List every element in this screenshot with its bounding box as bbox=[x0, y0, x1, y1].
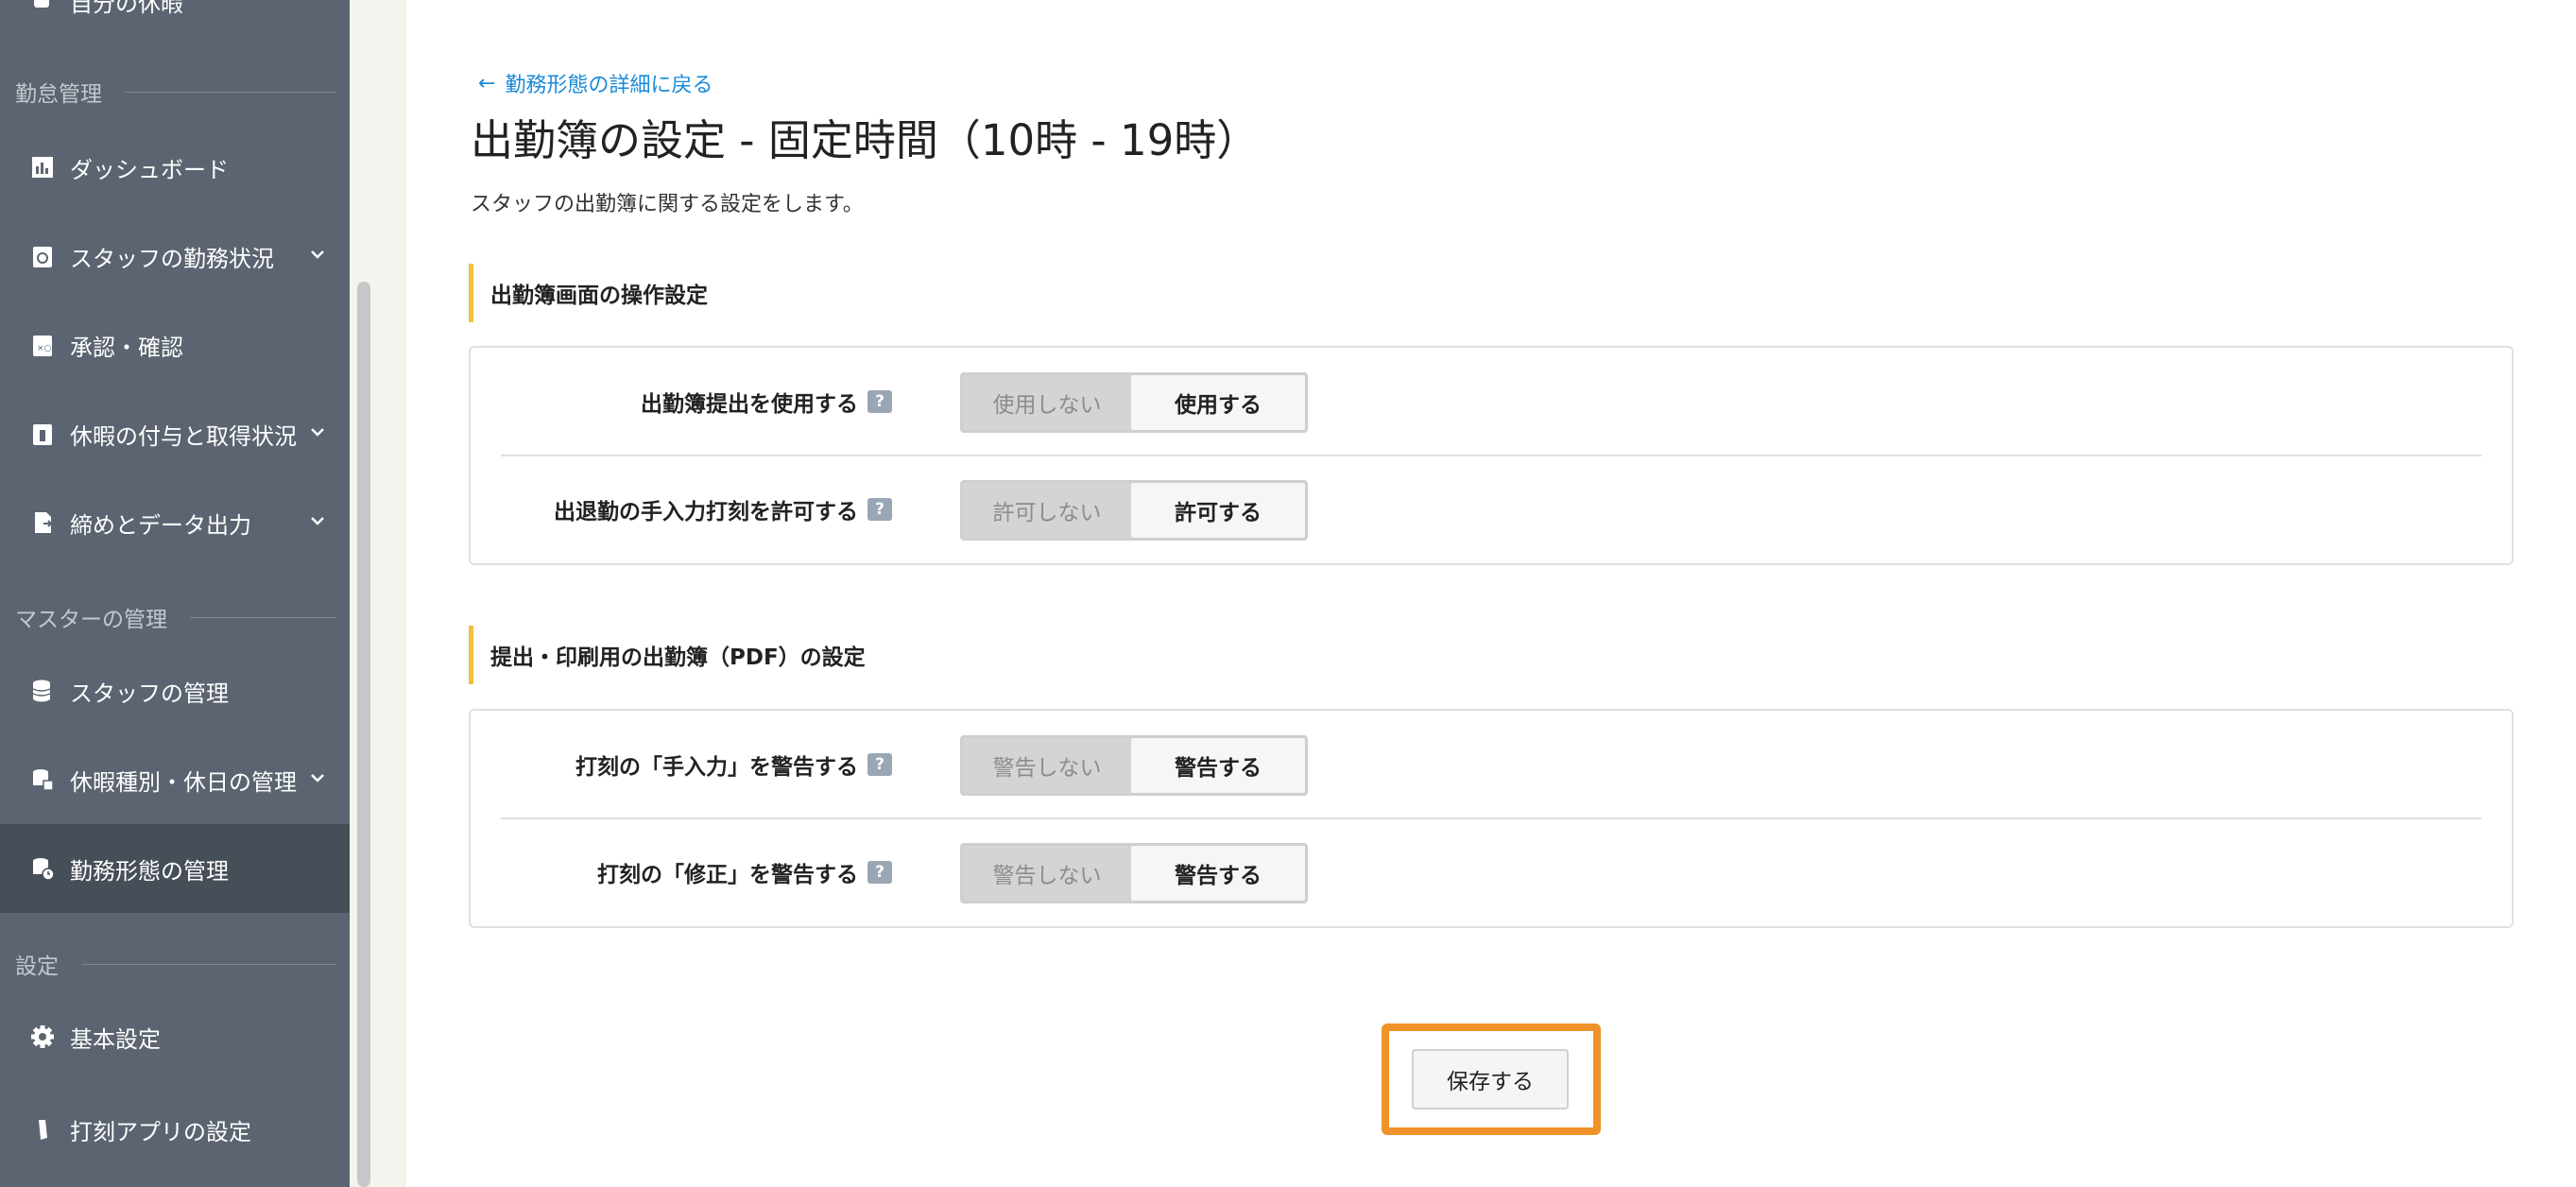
phone-icon bbox=[28, 1115, 57, 1144]
segmented-toggle: 許可しない 許可する bbox=[960, 480, 1308, 541]
setting-label: 打刻の「修正」を警告する ? bbox=[597, 818, 892, 926]
help-icon[interactable]: ? bbox=[867, 498, 892, 521]
sidebar-section-attendance: 勤怠管理 bbox=[15, 76, 336, 108]
toggle-option-on[interactable]: 使用する bbox=[1131, 375, 1305, 430]
help-icon[interactable]: ? bbox=[867, 861, 892, 884]
database-calendar-icon bbox=[28, 766, 57, 794]
svg-text:×○: ×○ bbox=[37, 344, 52, 353]
clock-clipboard-icon bbox=[28, 242, 57, 270]
leave-clipboard-icon bbox=[28, 420, 57, 448]
segmented-toggle: 警告しない 警告する bbox=[960, 735, 1308, 796]
segmented-toggle: 警告しない 警告する bbox=[960, 843, 1308, 903]
help-icon[interactable]: ? bbox=[867, 390, 892, 413]
toggle-option-on[interactable]: 警告する bbox=[1131, 846, 1305, 901]
sidebar-item-label: 締めとデータ出力 bbox=[70, 511, 251, 539]
toggle-option-off[interactable]: 使用しない bbox=[963, 375, 1131, 430]
back-link-label: 勤務形態の詳細に戻る bbox=[505, 74, 713, 97]
setting-label: 出退勤の手入力打刻を許可する ? bbox=[554, 456, 892, 563]
page-description: スタッフの出勤簿に関する設定をします。 bbox=[471, 193, 864, 216]
sidebar-item-work-patterns[interactable]: 勤務形態の管理 bbox=[0, 824, 350, 913]
sidebar-item-label: 勤務形態の管理 bbox=[70, 857, 229, 885]
toggle-option-off[interactable]: 許可しない bbox=[963, 483, 1131, 538]
sidebar-item-staff-management[interactable]: スタッフの管理 bbox=[0, 646, 350, 735]
sidebar-item-label: 休暇の付与と取得状況 bbox=[70, 422, 297, 450]
help-icon[interactable]: ? bbox=[867, 753, 892, 776]
chart-icon bbox=[28, 153, 57, 181]
check-clipboard-icon: ×○ bbox=[28, 331, 57, 359]
sidebar-item-my-leave[interactable]: 自分の休暇 bbox=[0, 0, 350, 45]
toggle-option-on[interactable]: 許可する bbox=[1131, 483, 1305, 538]
sidebar-item-approval[interactable]: ×○ 承認・確認 bbox=[0, 301, 350, 389]
sidebar-item-basic-settings[interactable]: 基本設定 bbox=[0, 992, 350, 1081]
sidebar-section-master: マスターの管理 bbox=[15, 601, 336, 633]
setting-row-submit: 出勤簿提出を使用する ? 使用しない 使用する bbox=[471, 348, 2512, 456]
save-button[interactable]: 保存する bbox=[1412, 1049, 1569, 1110]
sidebar-item-staff-status[interactable]: スタッフの勤務状況 bbox=[0, 212, 350, 301]
sidebar-item-label: 休暇種別・休日の管理 bbox=[70, 768, 297, 796]
sidebar-item-label: 承認・確認 bbox=[70, 334, 183, 361]
chevron-down-icon bbox=[308, 421, 327, 447]
sidebar-item-label: 自分の休暇 bbox=[70, 0, 183, 17]
sidebar-section-settings: 設定 bbox=[15, 948, 336, 980]
export-document-icon bbox=[28, 508, 57, 537]
segmented-toggle: 使用しない 使用する bbox=[960, 372, 1308, 433]
toggle-option-off[interactable]: 警告しない bbox=[963, 846, 1131, 901]
database-clock-icon bbox=[28, 854, 57, 883]
sidebar-item-closing-export[interactable]: 締めとデータ出力 bbox=[0, 478, 350, 567]
sidebar-item-label: ダッシュボード bbox=[70, 156, 229, 183]
database-icon bbox=[28, 677, 57, 705]
sidebar-item-label: 打刻アプリの設定 bbox=[70, 1118, 251, 1145]
setting-row-manual-punch: 出退勤の手入力打刻を許可する ? 許可しない 許可する bbox=[471, 456, 2512, 563]
chevron-down-icon bbox=[308, 766, 327, 793]
arrow-left-icon: ← bbox=[478, 71, 496, 95]
sidebar-item-punch-app-settings[interactable]: 打刻アプリの設定 bbox=[0, 1085, 350, 1174]
back-link[interactable]: ← 勤務形態の詳細に戻る bbox=[478, 68, 713, 98]
setting-row-warn-manual: 打刻の「手入力」を警告する ? 警告しない 警告する bbox=[471, 711, 2512, 818]
toggle-option-off[interactable]: 警告しない bbox=[963, 738, 1131, 793]
sidebar-item-leave-grant[interactable]: 休暇の付与と取得状況 bbox=[0, 389, 350, 478]
settings-panel-operation: 出勤簿提出を使用する ? 使用しない 使用する 出退勤の手入力打刻を許可する ?… bbox=[469, 346, 2514, 565]
setting-label: 打刻の「手入力」を警告する ? bbox=[575, 711, 892, 818]
hand-icon bbox=[28, 0, 57, 15]
gear-icon bbox=[28, 1023, 57, 1051]
sidebar-item-label: スタッフの勤務状況 bbox=[70, 245, 274, 272]
setting-label: 出勤簿提出を使用する ? bbox=[641, 348, 892, 456]
chevron-down-icon bbox=[308, 243, 327, 269]
toggle-option-on[interactable]: 警告する bbox=[1131, 738, 1305, 793]
section-heading-operation: 出勤簿画面の操作設定 bbox=[469, 264, 708, 322]
sidebar-item-label: スタッフの管理 bbox=[70, 680, 229, 707]
settings-panel-pdf: 打刻の「手入力」を警告する ? 警告しない 警告する 打刻の「修正」を警告する … bbox=[469, 709, 2514, 928]
sidebar-scrollbar-thumb[interactable] bbox=[357, 282, 370, 1187]
chevron-down-icon bbox=[308, 509, 327, 536]
setting-row-warn-edit: 打刻の「修正」を警告する ? 警告しない 警告する bbox=[471, 818, 2512, 926]
sidebar-item-leave-types[interactable]: 休暇種別・休日の管理 bbox=[0, 735, 350, 824]
main-content: ← 勤務形態の詳細に戻る 出勤簿の設定 - 固定時間（10時 - 19時） スタ… bbox=[406, 0, 2576, 1187]
sidebar: 自分の休暇 勤怠管理 ダッシュボード スタッフの勤務状況 ×○ 承認・確認 休暇… bbox=[0, 0, 350, 1187]
page-title: 出勤簿の設定 - 固定時間（10時 - 19時） bbox=[471, 115, 1260, 165]
section-heading-pdf: 提出・印刷用の出勤簿（PDF）の設定 bbox=[469, 626, 866, 684]
sidebar-item-label: 基本設定 bbox=[70, 1025, 161, 1053]
sidebar-item-dashboard[interactable]: ダッシュボード bbox=[0, 123, 350, 212]
